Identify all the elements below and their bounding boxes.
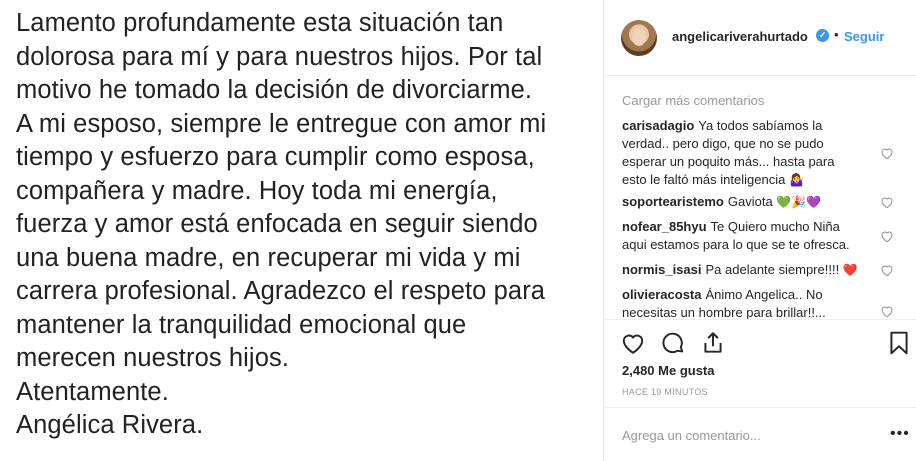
comment-item: olivieracosta Ánimo Angelica.. No necesit…	[622, 286, 912, 319]
likes-count[interactable]: 2,480 Me gusta	[622, 363, 715, 378]
comment-item: carisadagio Ya todos sabíamos la verdad..…	[622, 117, 912, 189]
separator-dot: •	[834, 27, 839, 42]
post-timestamp[interactable]: HACE 19 MINUTOS	[622, 387, 708, 397]
comment-emoji: ❤️	[842, 263, 858, 277]
post-text-line: Atentamente.	[16, 377, 169, 406]
comment-body: carisadagio Ya todos sabíamos la verdad..…	[622, 117, 862, 189]
comment-emoji: 💚🎉💜	[776, 195, 822, 209]
comment-item: nofear_85hyu Te Quiero mucho Niña aqui es…	[622, 218, 912, 254]
comment-like-heart-icon[interactable]	[879, 262, 895, 278]
comment-username[interactable]: soportearistemo	[622, 194, 724, 209]
comment-body: olivieracosta Ánimo Angelica.. No necesit…	[622, 286, 862, 319]
post-text-line: dolorosa para mí y para nuestros hijos. …	[16, 42, 543, 71]
post-header: angelicariverahurtado ✓ • Seguir	[604, 0, 916, 76]
bookmark-icon[interactable]	[886, 330, 912, 356]
comment-text: Gaviota	[727, 194, 773, 209]
comment-emoji: 🤷‍♀️	[788, 173, 804, 187]
post-text-block: Lamento profundamente esta situación tan…	[16, 7, 546, 443]
comment-item: soportearistemo Gaviota 💚🎉💜	[622, 193, 912, 211]
comment-body: soportearistemo Gaviota 💚🎉💜	[622, 193, 862, 211]
comment-item: normis_isasi Pa adelante siempre!!!! ❤️	[622, 261, 912, 279]
avatar-face	[632, 28, 646, 46]
comment-input[interactable]	[622, 426, 862, 444]
post-text-line: carrera profesional. Agradezco el respet…	[16, 277, 546, 305]
follow-button[interactable]: Seguir	[844, 29, 884, 44]
comment-like-heart-icon[interactable]	[879, 228, 895, 244]
post-text-line: merecen nuestros hijos.	[16, 344, 290, 372]
comment-username[interactable]: carisadagio	[622, 118, 694, 133]
comment-body: normis_isasi Pa adelante siempre!!!! ❤️	[622, 261, 862, 279]
username-link[interactable]: angelicariverahurtado	[672, 29, 808, 44]
comment-like-heart-icon[interactable]	[879, 303, 895, 319]
post-text-line: Angélica Rivera.	[16, 411, 204, 439]
post-text-line: fuerza y amor está enfocada en seguir si…	[16, 210, 538, 238]
more-options-icon[interactable]: •••	[890, 426, 910, 442]
post-text-line: Lamento profundamente esta situación tan	[16, 9, 504, 37]
avatar[interactable]	[621, 20, 657, 56]
post-text-line: una buena madre, en recuperar mi vida y …	[16, 243, 521, 272]
post-text-line: mantener la tranquilidad emocional que	[16, 310, 467, 339]
post-text-line: compañera y madre. Hoy toda mi energía,	[16, 176, 498, 205]
post-image[interactable]: Lamento profundamente esta situación tan…	[0, 0, 603, 461]
load-more-comments-link[interactable]: Cargar más comentarios	[622, 93, 764, 108]
add-comment-bar: •••	[604, 407, 916, 461]
comment-text: Pa adelante siempre!!!!	[705, 262, 840, 277]
verified-badge-icon: ✓	[816, 29, 829, 42]
comment-username[interactable]: olivieracosta	[622, 287, 702, 302]
action-bar	[604, 319, 916, 367]
comment-username[interactable]: normis_isasi	[622, 262, 702, 277]
comment-body: nofear_85hyu Te Quiero mucho Niña aqui es…	[622, 218, 862, 254]
post-side-panel: angelicariverahurtado ✓ • Seguir Cargar …	[603, 0, 916, 461]
post-text-line: motivo he tomado la decisión de divorcia…	[16, 76, 533, 104]
comment-username[interactable]: nofear_85hyu	[622, 219, 707, 234]
comment-like-heart-icon[interactable]	[879, 194, 895, 210]
comment-like-heart-icon[interactable]	[879, 145, 895, 161]
share-arrow-icon[interactable]	[700, 330, 726, 356]
heart-outline-icon[interactable]	[620, 330, 646, 356]
comment-bubble-icon[interactable]	[660, 330, 686, 356]
post-text-line: tiempo y esfuerzo para cumplir como espo…	[16, 143, 535, 171]
comments-list[interactable]: Cargar más comentarios carisadagio Ya tod…	[604, 77, 916, 319]
post-text-line: A mi esposo, siempre le entregue con amo…	[16, 109, 547, 138]
